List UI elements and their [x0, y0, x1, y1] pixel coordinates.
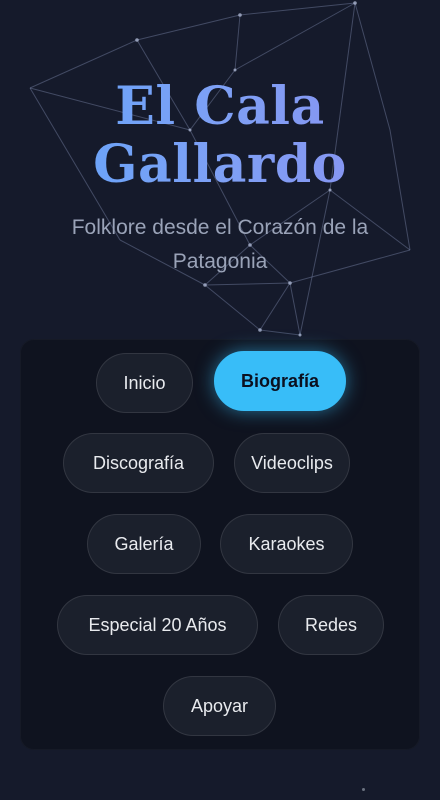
nav-button-inicio[interactable]: Inicio	[96, 353, 193, 413]
nav-button-discografia[interactable]: Discografía	[63, 433, 214, 493]
nav-button-biografia[interactable]: Biografía	[214, 351, 346, 411]
nav-button-especial-20-anos[interactable]: Especial 20 Años	[57, 595, 258, 655]
site-title-line-1: El Cala	[115, 76, 325, 137]
nav-button-redes[interactable]: Redes	[278, 595, 384, 655]
site-subtitle: Folklore desde el Corazón de la Patagoni…	[71, 216, 369, 273]
nav-button-videoclips[interactable]: Videoclips	[234, 433, 350, 493]
nav-button-apoyar[interactable]: Apoyar	[163, 676, 276, 736]
nav-button-karaokes[interactable]: Karaokes	[220, 514, 353, 574]
main-navigation-panel: Inicio Biografía Discografía Videoclips …	[20, 339, 420, 750]
site-title: El Cala Gallardo	[0, 78, 440, 194]
nav-button-galeria[interactable]: Galería	[87, 514, 201, 574]
site-title-line-2: Gallardo	[93, 134, 347, 195]
decorative-dot	[362, 788, 365, 791]
